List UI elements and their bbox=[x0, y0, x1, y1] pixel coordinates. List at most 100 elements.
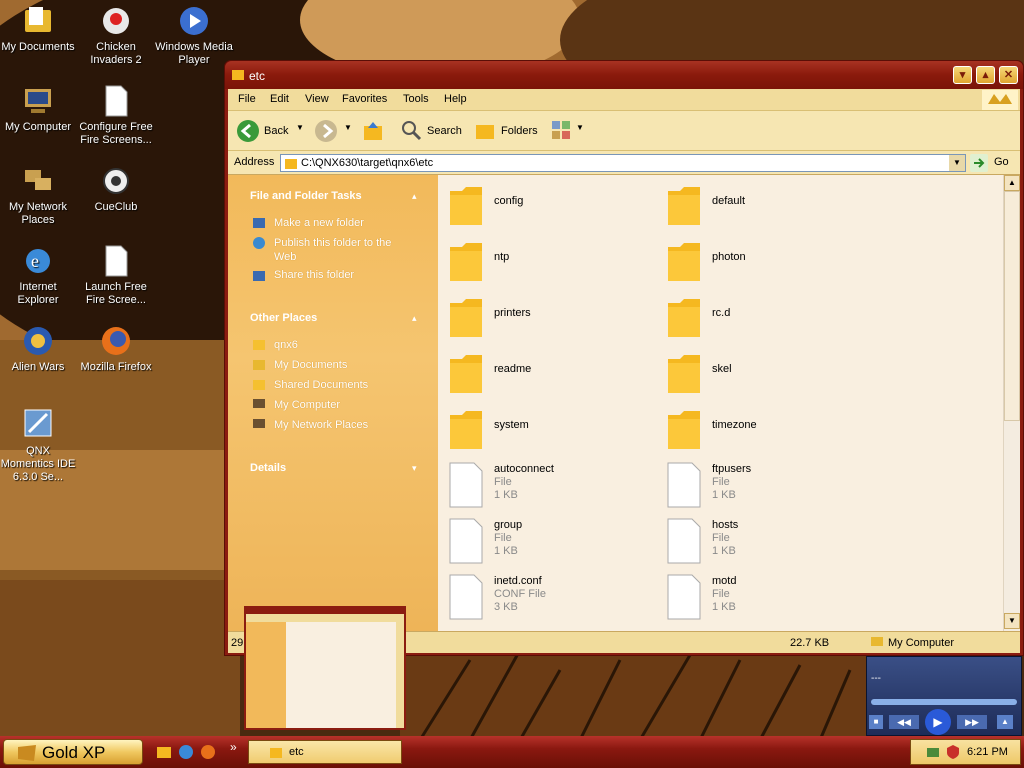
scroll-down-button[interactable]: ▼ bbox=[1004, 613, 1020, 629]
media-now-playing: --- bbox=[871, 673, 881, 684]
folder-icon bbox=[270, 748, 282, 758]
window-thumbnail-preview[interactable] bbox=[244, 606, 406, 730]
folder-icon bbox=[285, 159, 297, 169]
collapse-icon[interactable]: ▴ bbox=[412, 191, 417, 202]
item-size: 1 KB bbox=[494, 489, 518, 501]
folders-button[interactable]: Folders bbox=[474, 119, 544, 143]
file-item[interactable]: hosts File 1 KB bbox=[664, 517, 874, 567]
folder-item[interactable]: system bbox=[446, 405, 656, 455]
restore-player-button[interactable]: ▲ bbox=[997, 715, 1013, 729]
place-label: My Network Places bbox=[274, 419, 369, 431]
desktop-icon-cueclub[interactable]: CueClub bbox=[76, 164, 156, 214]
dropdown-arrow-icon[interactable]: ▼ bbox=[296, 123, 304, 132]
collapse-icon[interactable]: ▴ bbox=[412, 313, 417, 324]
window-title: etc bbox=[249, 69, 266, 83]
menu-view[interactable]: View bbox=[305, 93, 329, 105]
search-button[interactable]: Search bbox=[400, 119, 464, 143]
internet-explorer-icon: e bbox=[26, 249, 50, 273]
quicklaunch-firefox-icon[interactable] bbox=[200, 744, 216, 760]
vertical-scrollbar[interactable]: ▲ ▼ bbox=[1003, 175, 1020, 631]
desktop-icon-label: QNX Momentics IDE 6.3.0 Se... bbox=[0, 445, 76, 483]
folder-item[interactable]: timezone bbox=[664, 405, 874, 455]
menu-tools[interactable]: Tools bbox=[403, 93, 429, 105]
folders-icon bbox=[476, 125, 494, 139]
scroll-up-button[interactable]: ▲ bbox=[1004, 175, 1020, 191]
details-heading[interactable]: Details bbox=[250, 462, 286, 474]
other-places-heading[interactable]: Other Places bbox=[250, 312, 317, 324]
address-input[interactable]: C:\QNX630\target\qnx6\etc ▼ bbox=[280, 154, 966, 172]
file-item[interactable]: group File 1 KB bbox=[446, 517, 656, 567]
folder-item[interactable]: rc.d bbox=[664, 293, 874, 343]
globe-icon bbox=[253, 237, 265, 249]
address-label: Address bbox=[234, 156, 275, 168]
quicklaunch-chevron[interactable]: » bbox=[230, 740, 237, 754]
file-icon bbox=[105, 85, 128, 117]
title-bar[interactable]: etc ▾ ▴ ✕ bbox=[225, 61, 1023, 89]
network-status-icon[interactable] bbox=[925, 744, 941, 760]
file-item[interactable]: inetd.conf CONF File 3 KB bbox=[446, 573, 656, 623]
file-tasks-heading[interactable]: File and Folder Tasks bbox=[250, 190, 362, 202]
taskbar-button-etc[interactable]: etc bbox=[248, 740, 402, 764]
up-folder-icon[interactable] bbox=[362, 120, 384, 142]
maximize-button[interactable]: ▴ bbox=[976, 66, 995, 84]
place-label: My Documents bbox=[274, 359, 348, 371]
desktop-icon-chicken-invaders[interactable]: Chicken Invaders 2 bbox=[76, 4, 156, 67]
expand-icon[interactable]: ▾ bbox=[412, 463, 417, 474]
forward-button[interactable]: ▼ bbox=[314, 119, 354, 143]
address-dropdown-icon[interactable]: ▼ bbox=[949, 155, 965, 171]
start-button[interactable]: Gold XP bbox=[3, 739, 143, 765]
desktop-icon-internet-explorer[interactable]: e Internet Explorer bbox=[0, 244, 78, 307]
previous-button[interactable]: ◀◀ bbox=[889, 715, 919, 729]
file-item[interactable]: autoconnect File 1 KB bbox=[446, 461, 656, 511]
minimize-button[interactable]: ▾ bbox=[953, 66, 972, 84]
desktop-icon-my-network-places[interactable]: My Network Places bbox=[0, 164, 78, 227]
network-icon bbox=[25, 170, 51, 190]
quicklaunch-internet-explorer-icon[interactable] bbox=[178, 744, 194, 760]
folder-item[interactable]: photon bbox=[664, 237, 874, 287]
back-label: Back bbox=[264, 125, 289, 137]
go-button[interactable]: Go bbox=[970, 154, 1016, 172]
desktop-icon-mozilla-firefox[interactable]: Mozilla Firefox bbox=[76, 324, 156, 374]
file-item[interactable]: motd File 1 KB bbox=[664, 573, 874, 623]
desktop-icon-my-documents[interactable]: My Documents bbox=[0, 4, 78, 54]
system-tray: 6:21 PM bbox=[910, 739, 1021, 765]
qnx-momentics-icon bbox=[24, 409, 52, 437]
desktop-icon-my-computer[interactable]: My Computer bbox=[0, 84, 78, 134]
desktop-icon-launch-free-fire[interactable]: Launch Free Fire Scree... bbox=[76, 244, 156, 307]
media-player-icon bbox=[180, 7, 208, 35]
close-button[interactable]: ✕ bbox=[999, 66, 1018, 84]
desktop-icon-qnx-momentics[interactable]: QNX Momentics IDE 6.3.0 Se... bbox=[0, 408, 78, 484]
desktop-icon-windows-media-player[interactable]: Windows Media Player bbox=[154, 4, 234, 67]
folder-item[interactable]: readme bbox=[446, 349, 656, 399]
computer-icon bbox=[25, 89, 51, 113]
item-name: config bbox=[494, 195, 524, 207]
quicklaunch-folder-icon[interactable] bbox=[156, 744, 172, 760]
folder-item[interactable]: printers bbox=[446, 293, 656, 343]
folder-item[interactable]: skel bbox=[664, 349, 874, 399]
desktop-icon-alien-wars[interactable]: Alien Wars bbox=[0, 324, 78, 374]
desktop-icon-configure-free-fire[interactable]: Configure Free Fire Screens... bbox=[76, 84, 156, 147]
views-button[interactable]: ▼ bbox=[550, 119, 584, 143]
play-button[interactable]: ▶ bbox=[925, 709, 951, 735]
menu-edit[interactable]: Edit bbox=[270, 93, 289, 105]
dropdown-arrow-icon[interactable]: ▼ bbox=[576, 123, 584, 132]
folder-item[interactable]: config bbox=[446, 181, 656, 231]
folder-item[interactable]: ntp bbox=[446, 237, 656, 287]
item-name: group bbox=[494, 519, 523, 531]
folder-icon bbox=[450, 355, 482, 393]
seek-bar[interactable] bbox=[871, 699, 1017, 705]
folder-item[interactable]: default bbox=[664, 181, 874, 231]
menu-file[interactable]: File bbox=[238, 93, 256, 105]
security-shield-icon[interactable] bbox=[945, 744, 961, 760]
menu-help[interactable]: Help bbox=[444, 93, 467, 105]
file-item[interactable]: ftpusers File 1 KB bbox=[664, 461, 874, 511]
windows-logo-icon bbox=[982, 90, 1018, 110]
back-button[interactable]: Back ▼ bbox=[236, 119, 306, 143]
stop-button[interactable]: ■ bbox=[869, 715, 883, 729]
dropdown-arrow-icon[interactable]: ▼ bbox=[344, 123, 352, 132]
next-button[interactable]: ▶▶ bbox=[957, 715, 987, 729]
menu-favorites[interactable]: Favorites bbox=[342, 93, 387, 105]
scroll-thumb[interactable] bbox=[1004, 191, 1020, 421]
clock[interactable]: 6:21 PM bbox=[967, 746, 1008, 758]
item-name: ntp bbox=[494, 251, 510, 263]
